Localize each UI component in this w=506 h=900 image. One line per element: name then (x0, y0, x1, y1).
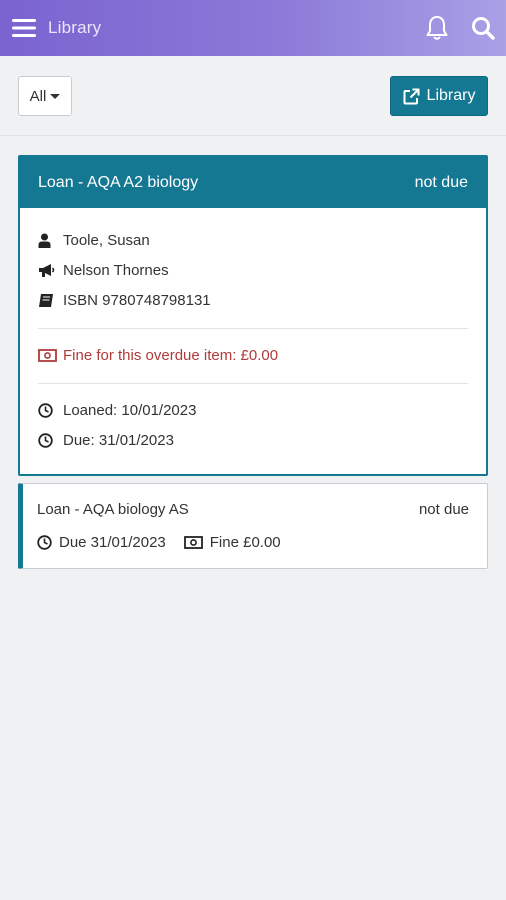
due-row: Due: 31/01/2023 (38, 425, 468, 455)
money-bill-icon (38, 347, 60, 363)
clock-icon (38, 402, 60, 418)
search-button[interactable] (460, 0, 506, 56)
loaned-text: Loaned: 10/01/2023 (63, 401, 197, 419)
fine-short-text: Fine £0.00 (209, 534, 281, 551)
caret-down-icon (50, 93, 61, 99)
search-icon (472, 17, 495, 40)
megaphone-icon (38, 262, 60, 278)
author-row: Toole, Susan (38, 225, 468, 255)
library-button-label: Library (426, 87, 476, 104)
loan-card-expanded[interactable]: Loan - AQA A2 biology not due Toole, Sus… (18, 155, 488, 476)
hamburger-menu-icon (12, 19, 36, 37)
filter-value: All (29, 87, 47, 105)
fine-text: Fine for this overdue item: £0.00 (63, 346, 279, 364)
external-link-icon (403, 88, 420, 104)
author-text: Toole, Susan (63, 231, 150, 249)
notifications-button[interactable] (414, 0, 460, 56)
publisher-row: Nelson Thornes (38, 255, 468, 285)
filter-dropdown[interactable]: All (18, 76, 72, 116)
loaned-row: Loaned: 10/01/2023 (38, 395, 468, 425)
clock-icon (37, 535, 57, 550)
fine-row: Fine for this overdue item: £0.00 (38, 340, 468, 370)
isbn-text: ISBN 9780748798131 (63, 291, 211, 309)
publisher-text: Nelson Thornes (63, 261, 169, 279)
user-icon (38, 232, 60, 248)
due-short-text: Due 31/01/2023 (59, 534, 166, 551)
menu-button[interactable] (0, 0, 48, 56)
loan-title: Loan - AQA A2 biology (38, 173, 199, 191)
bell-icon (426, 16, 448, 40)
loan-card-collapsed[interactable]: Loan - AQA biology AS not due Due 31/01/… (18, 483, 488, 569)
isbn-row: ISBN 9780748798131 (38, 285, 468, 315)
open-library-button[interactable]: Library (390, 76, 488, 116)
book-icon (38, 292, 60, 308)
due-text: Due: 31/01/2023 (63, 431, 174, 449)
loan-card-header[interactable]: Loan - AQA A2 biology not due (20, 157, 486, 208)
loan-status: not due (418, 501, 469, 518)
loan-status: not due (414, 173, 468, 191)
toolbar: All Library (0, 56, 506, 136)
app-bar: Library (0, 0, 506, 56)
clock-icon (38, 432, 60, 448)
page-title: Library (48, 18, 102, 37)
money-bill-icon (183, 536, 208, 549)
loan-title: Loan - AQA biology AS (37, 501, 189, 518)
